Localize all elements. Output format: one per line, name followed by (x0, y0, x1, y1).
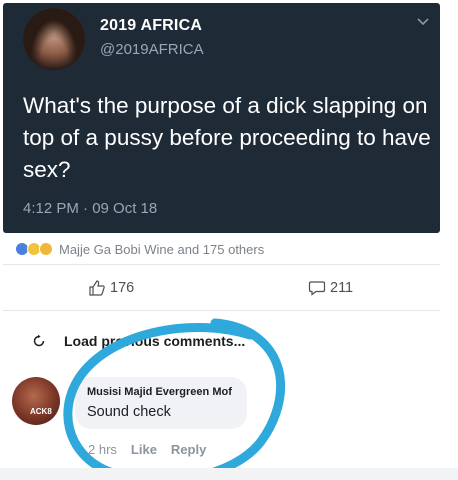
like-count-button[interactable]: 176 (88, 279, 134, 297)
like-count: 176 (110, 280, 135, 296)
reactions-text: Majje Ga Bobi Wine and 175 others (59, 241, 265, 257)
load-previous-comments-button[interactable]: Load previous comments... (32, 333, 245, 349)
tweet-card: 2019 AFRICA @2019AFRICA What's the purpo… (3, 3, 440, 233)
account-handle[interactable]: @2019AFRICA (100, 41, 204, 58)
comment-bubble: Musisi Majid Evergreen Mof Sound check (75, 377, 247, 429)
comment-count-button[interactable]: 211 (308, 279, 353, 297)
profile-avatar[interactable] (23, 8, 85, 70)
comment-author[interactable]: Musisi Majid Evergreen Mof (87, 386, 232, 398)
thumbs-up-icon (89, 280, 105, 296)
comment-count: 211 (330, 280, 354, 296)
divider (3, 264, 440, 265)
chevron-down-icon[interactable] (415, 13, 431, 29)
page-bottom-strip (0, 468, 458, 480)
comment-reply-button[interactable]: Reply (171, 442, 206, 457)
account-name[interactable]: 2019 AFRICA (100, 17, 202, 35)
refresh-icon (33, 334, 45, 347)
wow-icon (39, 242, 53, 256)
tweet-timestamp: 4:12 PM · 09 Oct 18 (23, 200, 158, 217)
comment-text: Sound check (87, 404, 171, 420)
reactions-summary[interactable]: Majje Ga Bobi Wine and 175 others (15, 240, 264, 258)
comment-time: 2 hrs (88, 442, 117, 457)
load-comments-label: Load previous comments... (64, 333, 246, 349)
commenter-avatar[interactable]: ACK8 (12, 377, 60, 425)
tweet-text: What's the purpose of a dick slapping on… (23, 93, 431, 182)
comment-actions: 2 hrs Like Reply (88, 442, 206, 457)
commenter-avatar-text: ACK8 (30, 407, 52, 416)
comment-icon (308, 281, 326, 296)
comment-like-button[interactable]: Like (131, 442, 157, 457)
divider (3, 310, 440, 311)
